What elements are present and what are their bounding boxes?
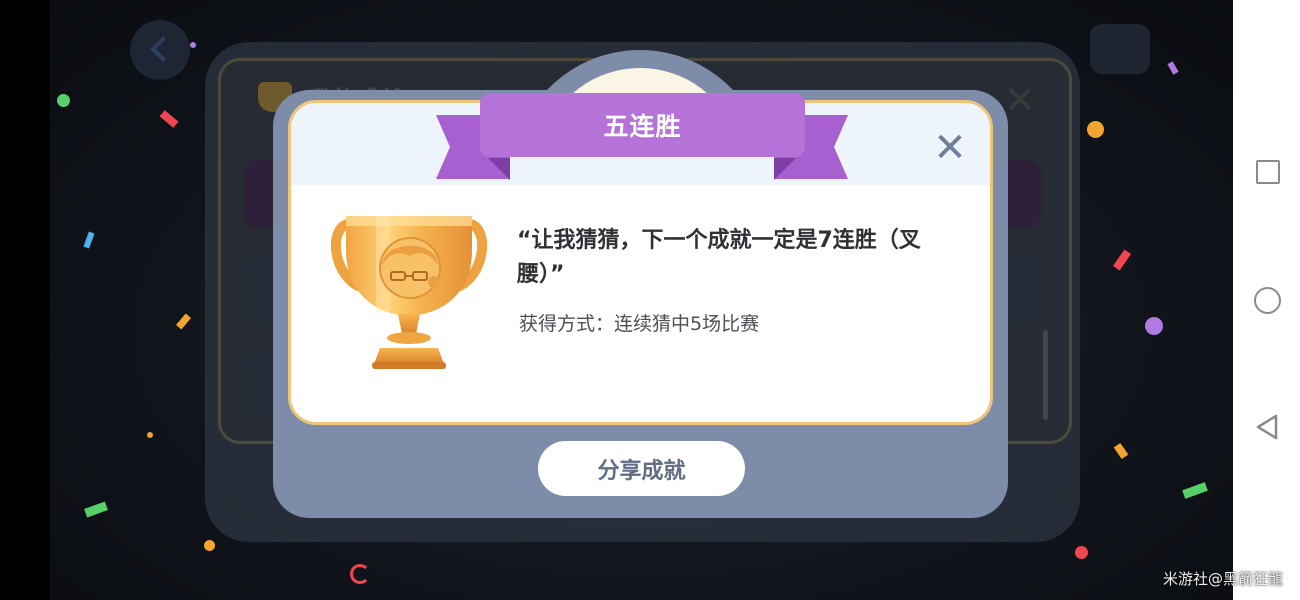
share-achievement-button[interactable]: 分享成就: [538, 441, 745, 496]
home-icon[interactable]: [1254, 287, 1281, 314]
close-icon[interactable]: ✕: [932, 128, 968, 168]
confetti-dot: [57, 94, 70, 107]
confetti-dot: [204, 540, 215, 551]
achievement-title: 五连胜: [480, 93, 805, 157]
back-icon[interactable]: [1254, 413, 1280, 441]
confetti-curl: [350, 564, 370, 584]
watermark: 米游社@黑箭狂龍: [1163, 570, 1284, 588]
recents-icon[interactable]: [1256, 160, 1280, 184]
achievement-quote: “让我猜猜，下一个成就一定是7连胜（叉腰）”: [517, 228, 921, 287]
confetti-dot: [1087, 121, 1104, 138]
trophy-icon: [331, 216, 487, 369]
confetti-dot: [1145, 317, 1163, 335]
confetti-dot: [147, 432, 153, 438]
scrollbar[interactable]: [1043, 330, 1048, 420]
achievement-method: 获得方式：连续猜中5场比赛: [519, 313, 760, 335]
back-button[interactable]: [130, 20, 190, 80]
confetti-dot: [190, 42, 196, 48]
menu-button[interactable]: [1090, 24, 1150, 74]
confetti-dot: [1075, 546, 1088, 559]
panel-close-icon[interactable]: ✕: [1004, 78, 1036, 122]
letterbox-left: [0, 0, 50, 600]
